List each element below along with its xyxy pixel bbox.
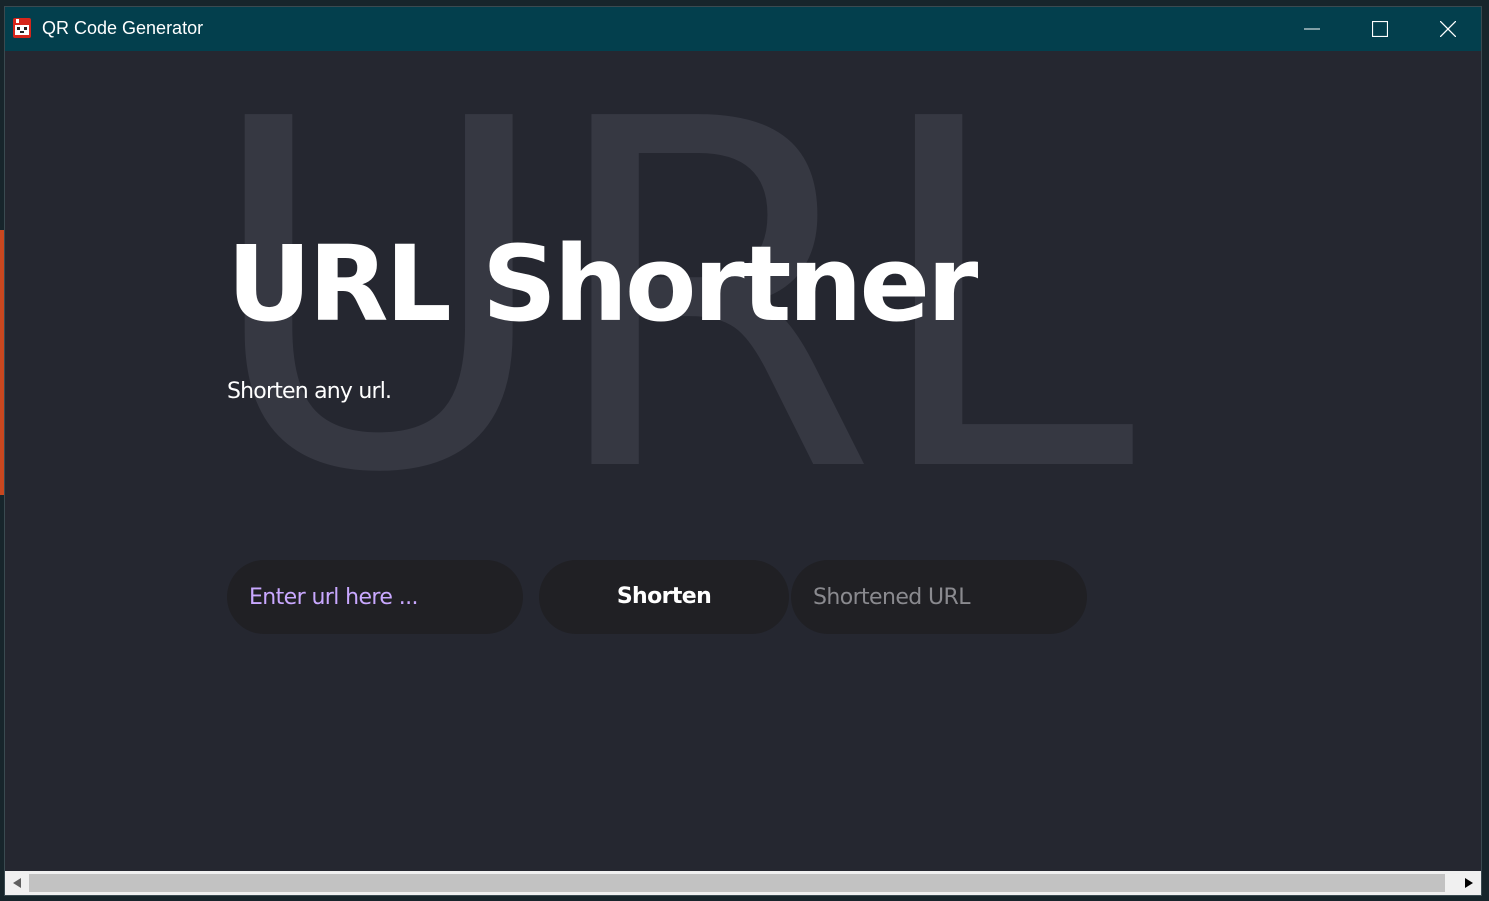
shortened-url-field[interactable] [791, 560, 1087, 634]
scroll-left-button[interactable] [5, 871, 29, 895]
url-input[interactable] [227, 560, 523, 634]
scrollbar-thumb[interactable] [29, 874, 1445, 892]
minimize-button[interactable] [1278, 7, 1346, 51]
horizontal-scrollbar[interactable] [5, 871, 1481, 895]
scroll-right-button[interactable] [1457, 871, 1481, 895]
main-content: URL URL Shortner Shorten any url. Shorte… [5, 51, 1481, 871]
page-subtitle: Shorten any url. [227, 379, 392, 404]
page-title: URL Shortner [227, 223, 978, 345]
app-window: QR Code Generator URL URL Shortner Short… [4, 6, 1482, 896]
shorten-button[interactable]: Shorten [539, 560, 789, 634]
close-button[interactable] [1414, 7, 1481, 51]
maximize-button[interactable] [1346, 7, 1414, 51]
qr-app-icon [12, 17, 32, 39]
title-bar[interactable]: QR Code Generator [5, 7, 1481, 51]
window-title: QR Code Generator [42, 18, 204, 38]
